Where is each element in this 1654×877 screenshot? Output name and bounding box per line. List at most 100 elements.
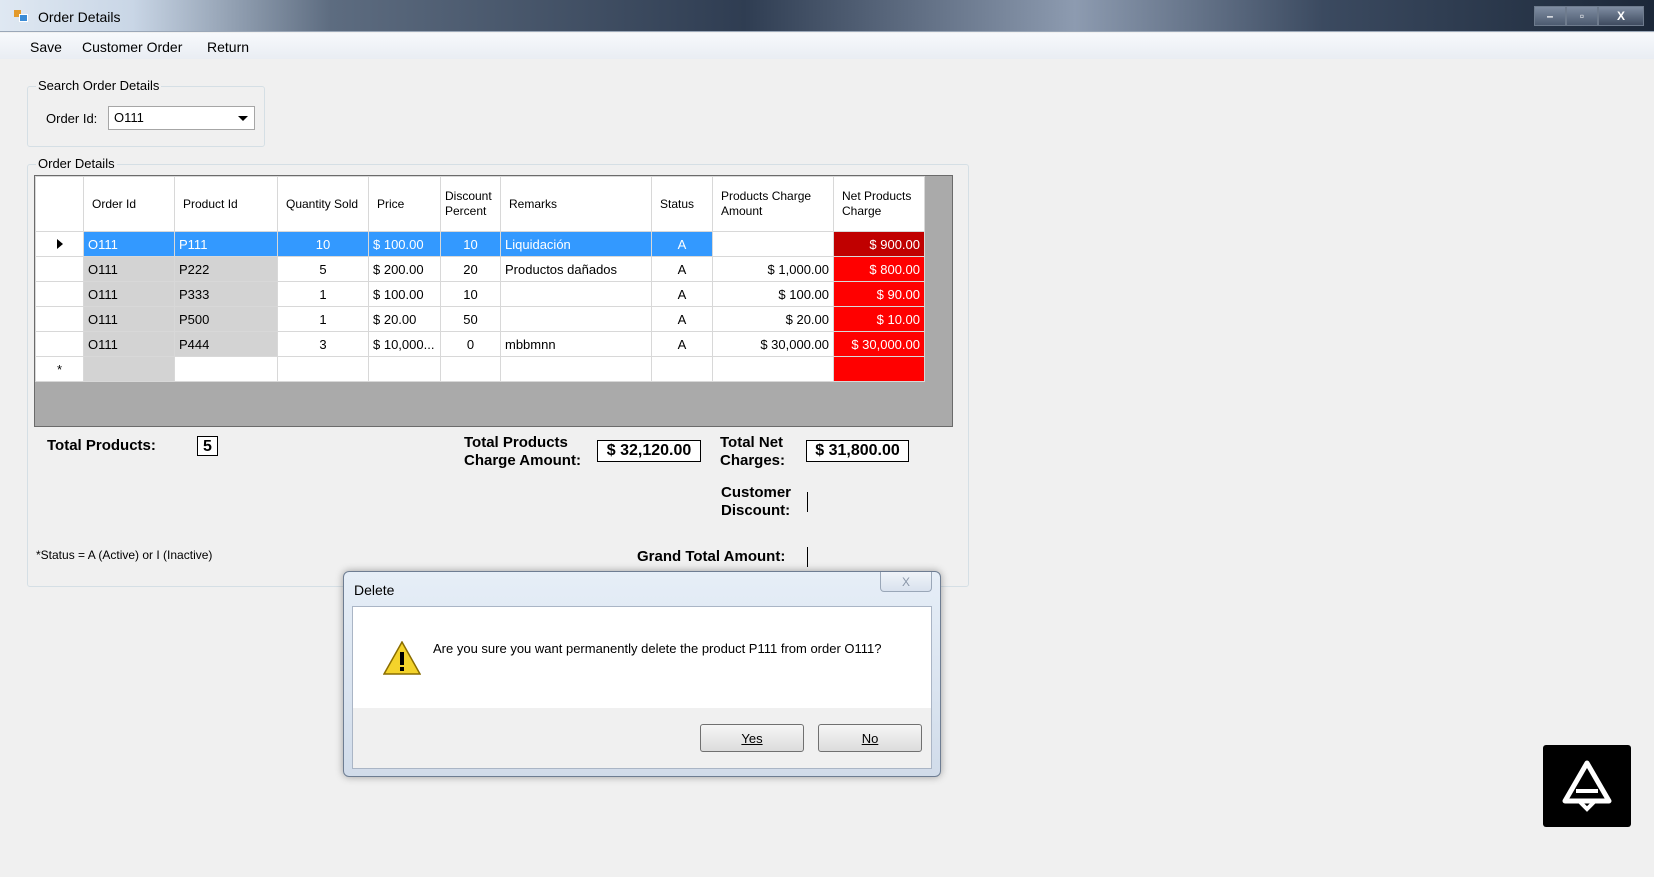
cell-status[interactable]: A bbox=[651, 231, 713, 257]
row-header[interactable] bbox=[35, 331, 84, 357]
table-row[interactable]: O111 P222 5 $ 200.00 20 Productos dañado… bbox=[35, 256, 925, 282]
cell-net[interactable]: $ 10.00 bbox=[833, 306, 925, 332]
warning-icon bbox=[383, 641, 421, 675]
table-row[interactable]: O111 P444 3 $ 10,000... 0 mbbmnn A $ 30,… bbox=[35, 331, 925, 357]
title-bar: Order Details – ▫ X bbox=[0, 0, 1654, 32]
cell-order-id[interactable]: O111 bbox=[83, 281, 175, 307]
cell-discount[interactable]: 0 bbox=[440, 331, 501, 357]
window-title: Order Details bbox=[38, 9, 121, 25]
cell-discount[interactable]: 10 bbox=[440, 231, 501, 257]
new-cell-qty[interactable] bbox=[277, 356, 369, 382]
dialog-message: Are you sure you want permanently delete… bbox=[433, 641, 882, 656]
no-button[interactable]: No bbox=[818, 724, 922, 752]
cell-status[interactable]: A bbox=[651, 281, 713, 307]
new-row[interactable]: * bbox=[35, 356, 925, 382]
cell-discount[interactable]: 10 bbox=[440, 281, 501, 307]
col-header-quantity-sold[interactable]: Quantity Sold bbox=[277, 176, 369, 232]
col-header-net-products-charge[interactable]: Net Products Charge bbox=[833, 176, 925, 232]
cell-price[interactable]: $ 100.00 bbox=[368, 281, 441, 307]
row-header[interactable] bbox=[35, 306, 84, 332]
row-header[interactable] bbox=[35, 281, 84, 307]
cell-remarks[interactable] bbox=[500, 281, 652, 307]
cell-qty[interactable]: 3 bbox=[277, 331, 369, 357]
cell-order-id[interactable]: O111 bbox=[83, 331, 175, 357]
chevron-down-icon[interactable] bbox=[238, 116, 248, 121]
order-details-grid[interactable]: Order Id Product Id Quantity Sold Price … bbox=[34, 175, 953, 427]
net-charges-label-line2: Charges: bbox=[720, 452, 786, 469]
cell-charge[interactable]: $ 100.00 bbox=[712, 281, 834, 307]
cell-qty[interactable]: 10 bbox=[277, 231, 369, 257]
cell-net[interactable]: $ 900.00 bbox=[833, 231, 925, 257]
yes-button[interactable]: Yes bbox=[700, 724, 804, 752]
dialog-close-button[interactable]: X bbox=[880, 572, 932, 592]
close-window-button[interactable]: X bbox=[1598, 6, 1644, 26]
order-id-combobox[interactable]: O111 bbox=[108, 106, 255, 130]
new-cell-discount[interactable] bbox=[440, 356, 501, 382]
cell-product-id[interactable]: P222 bbox=[174, 256, 278, 282]
cell-product-id[interactable]: P500 bbox=[174, 306, 278, 332]
new-cell-charge[interactable] bbox=[712, 356, 834, 382]
cell-charge[interactable] bbox=[712, 231, 834, 257]
maximize-button[interactable]: ▫ bbox=[1566, 6, 1598, 26]
charge-amount-label-line1: Total Products bbox=[464, 434, 568, 451]
cell-qty[interactable]: 5 bbox=[277, 256, 369, 282]
cell-status[interactable]: A bbox=[651, 331, 713, 357]
cell-discount[interactable]: 20 bbox=[440, 256, 501, 282]
cell-order-id[interactable]: O111 bbox=[83, 306, 175, 332]
charge-amount-value: $ 32,120.00 bbox=[597, 440, 701, 462]
new-row-marker[interactable]: * bbox=[35, 356, 84, 382]
col-header-price[interactable]: Price bbox=[368, 176, 441, 232]
table-row[interactable]: O111 P500 1 $ 20.00 50 A $ 20.00 $ 10.00 bbox=[35, 306, 925, 332]
col-header-products-charge-amount[interactable]: Products Charge Amount bbox=[712, 176, 834, 232]
new-cell-status[interactable] bbox=[651, 356, 713, 382]
search-group-caption: Search Order Details bbox=[36, 78, 162, 93]
col-header-discount-percent[interactable]: Discount Percent bbox=[440, 176, 501, 232]
grand-total-input[interactable] bbox=[807, 547, 808, 567]
new-cell-remarks[interactable] bbox=[500, 356, 652, 382]
col-header-status[interactable]: Status bbox=[651, 176, 713, 232]
cell-price[interactable]: $ 100.00 bbox=[368, 231, 441, 257]
new-cell-price[interactable] bbox=[368, 356, 441, 382]
cell-price[interactable]: $ 200.00 bbox=[368, 256, 441, 282]
new-cell-order-id[interactable] bbox=[83, 356, 175, 382]
cell-remarks[interactable]: Productos dañados bbox=[500, 256, 652, 282]
cell-status[interactable]: A bbox=[651, 306, 713, 332]
menu-customer-order[interactable]: Customer Order bbox=[82, 39, 182, 55]
cell-order-id[interactable]: O111 bbox=[83, 256, 175, 282]
yes-button-label: Yes bbox=[741, 730, 763, 746]
cell-qty[interactable]: 1 bbox=[277, 306, 369, 332]
col-header-remarks[interactable]: Remarks bbox=[500, 176, 652, 232]
cell-price[interactable]: $ 10,000... bbox=[368, 331, 441, 357]
total-products-value: 5 bbox=[197, 436, 218, 456]
cell-charge[interactable]: $ 30,000.00 bbox=[712, 331, 834, 357]
cell-status[interactable]: A bbox=[651, 256, 713, 282]
cell-remarks[interactable] bbox=[500, 306, 652, 332]
cell-net[interactable]: $ 90.00 bbox=[833, 281, 925, 307]
cell-charge[interactable]: $ 1,000.00 bbox=[712, 256, 834, 282]
cell-net[interactable]: $ 30,000.00 bbox=[833, 331, 925, 357]
cell-discount[interactable]: 50 bbox=[440, 306, 501, 332]
cell-order-id[interactable]: O111 bbox=[83, 231, 175, 257]
minimize-button[interactable]: – bbox=[1534, 6, 1566, 26]
table-row[interactable]: O111 P111 10 $ 100.00 10 Liquidación A $… bbox=[35, 231, 925, 257]
row-header-current[interactable] bbox=[35, 231, 84, 257]
cell-qty[interactable]: 1 bbox=[277, 281, 369, 307]
col-header-order-id[interactable]: Order Id bbox=[83, 176, 175, 232]
menu-save[interactable]: Save bbox=[30, 39, 62, 55]
cell-remarks[interactable]: Liquidación bbox=[500, 231, 652, 257]
cell-remarks[interactable]: mbbmnn bbox=[500, 331, 652, 357]
cell-charge[interactable]: $ 20.00 bbox=[712, 306, 834, 332]
table-row[interactable]: O111 P333 1 $ 100.00 10 A $ 100.00 $ 90.… bbox=[35, 281, 925, 307]
menu-return[interactable]: Return bbox=[207, 39, 249, 55]
row-header[interactable] bbox=[35, 256, 84, 282]
cell-net[interactable]: $ 800.00 bbox=[833, 256, 925, 282]
net-charges-value: $ 31,800.00 bbox=[806, 440, 909, 462]
new-cell-net[interactable] bbox=[833, 356, 925, 382]
customer-discount-input[interactable] bbox=[807, 492, 808, 512]
cell-price[interactable]: $ 20.00 bbox=[368, 306, 441, 332]
cell-product-id[interactable]: P444 bbox=[174, 331, 278, 357]
col-header-product-id[interactable]: Product Id bbox=[174, 176, 278, 232]
new-cell-product-id[interactable] bbox=[174, 356, 278, 382]
cell-product-id[interactable]: P333 bbox=[174, 281, 278, 307]
cell-product-id[interactable]: P111 bbox=[174, 231, 278, 257]
